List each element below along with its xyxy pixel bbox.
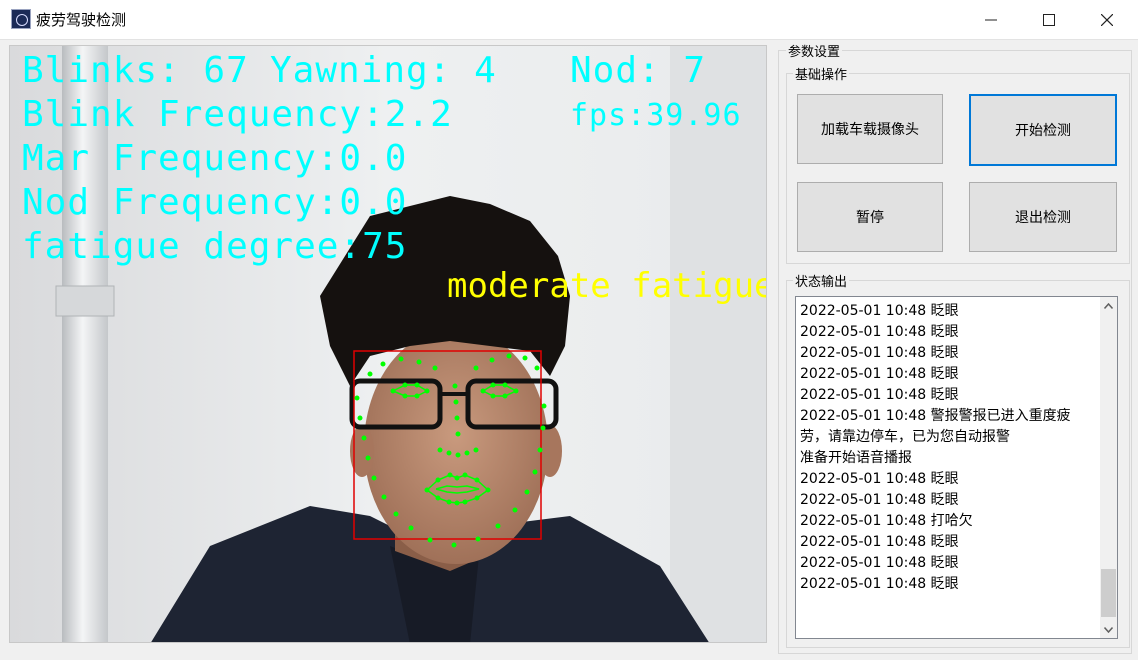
log-line: 2022-05-01 10:48 警报警报已进入重度疲劳，请靠边停车，已为您自动… [800, 408, 1071, 445]
status-log-lines: 2022-05-01 10:48 眨眼 2022-05-01 10:48 眨眼 … [800, 301, 1095, 595]
log-line: 2022-05-01 10:48 眨眼 [800, 324, 959, 340]
minimize-button[interactable] [962, 0, 1020, 40]
log-line: 2022-05-01 10:48 眨眼 [800, 366, 959, 382]
basic-operations-label: 基础操作 [793, 64, 850, 83]
scroll-down-button[interactable] [1100, 621, 1117, 638]
pause-button[interactable]: 暂停 [797, 182, 943, 252]
mar-frequency: Mar Frequency:0.0 [22, 138, 408, 179]
log-line: 2022-05-01 10:48 眨眼 [800, 534, 959, 550]
status-log[interactable]: 2022-05-01 10:48 眨眼 2022-05-01 10:48 眨眼 … [795, 296, 1118, 639]
title-bar: 疲劳驾驶检测 [0, 0, 1138, 40]
start-detection-button[interactable]: 开始检测 [969, 94, 1117, 166]
log-line: 2022-05-01 10:48 眨眼 [800, 303, 959, 319]
blinks-counter: Blinks: 67 [22, 50, 249, 91]
scroll-up-button[interactable] [1100, 297, 1117, 314]
camera-view: Blinks: 67 Yawning: 4 Nod: 7 Blink Frequ… [9, 45, 767, 643]
window-title: 疲劳驾驶检测 [36, 11, 127, 29]
log-line: 2022-05-01 10:48 打哈欠 [800, 513, 973, 529]
fps-readout: fps:39.96 [570, 98, 742, 133]
log-line: 2022-05-01 10:48 眨眼 [800, 555, 959, 571]
maximize-button[interactable] [1020, 0, 1078, 40]
log-line: 2022-05-01 10:48 眨眼 [800, 576, 959, 592]
log-scrollbar[interactable] [1100, 297, 1117, 638]
blink-frequency: Blink Frequency:2.2 [22, 94, 453, 135]
log-line: 2022-05-01 10:48 眨眼 [800, 387, 959, 403]
load-camera-button[interactable]: 加载车载摄像头 [797, 94, 943, 164]
chevron-down-icon [1104, 626, 1113, 633]
settings-group-label: 参数设置 [786, 41, 843, 60]
chevron-up-icon [1104, 302, 1113, 309]
close-button[interactable] [1078, 0, 1136, 40]
log-line: 2022-05-01 10:48 眨眼 [800, 492, 959, 508]
minimize-icon [985, 19, 997, 21]
scrollbar-thumb[interactable] [1101, 569, 1116, 617]
fatigue-status: moderate fatigue [447, 266, 767, 306]
status-output-label: 状态输出 [793, 271, 850, 290]
log-line: 2022-05-01 10:48 眨眼 [800, 345, 959, 361]
app-logo-icon [11, 9, 31, 29]
log-line: 2022-05-01 10:48 眨眼 [800, 471, 959, 487]
close-icon [1101, 14, 1113, 26]
exit-detection-button[interactable]: 退出检测 [969, 182, 1117, 252]
yawning-counter: Yawning: 4 [270, 50, 497, 91]
fatigue-degree: fatigue degree:75 [22, 226, 408, 267]
nod-frequency: Nod Frequency:0.0 [22, 182, 408, 223]
camera-frame [10, 46, 766, 642]
nod-counter: Nod: 7 [570, 50, 707, 91]
maximize-icon [1043, 14, 1055, 26]
log-line: 准备开始语音播报 [800, 450, 912, 466]
